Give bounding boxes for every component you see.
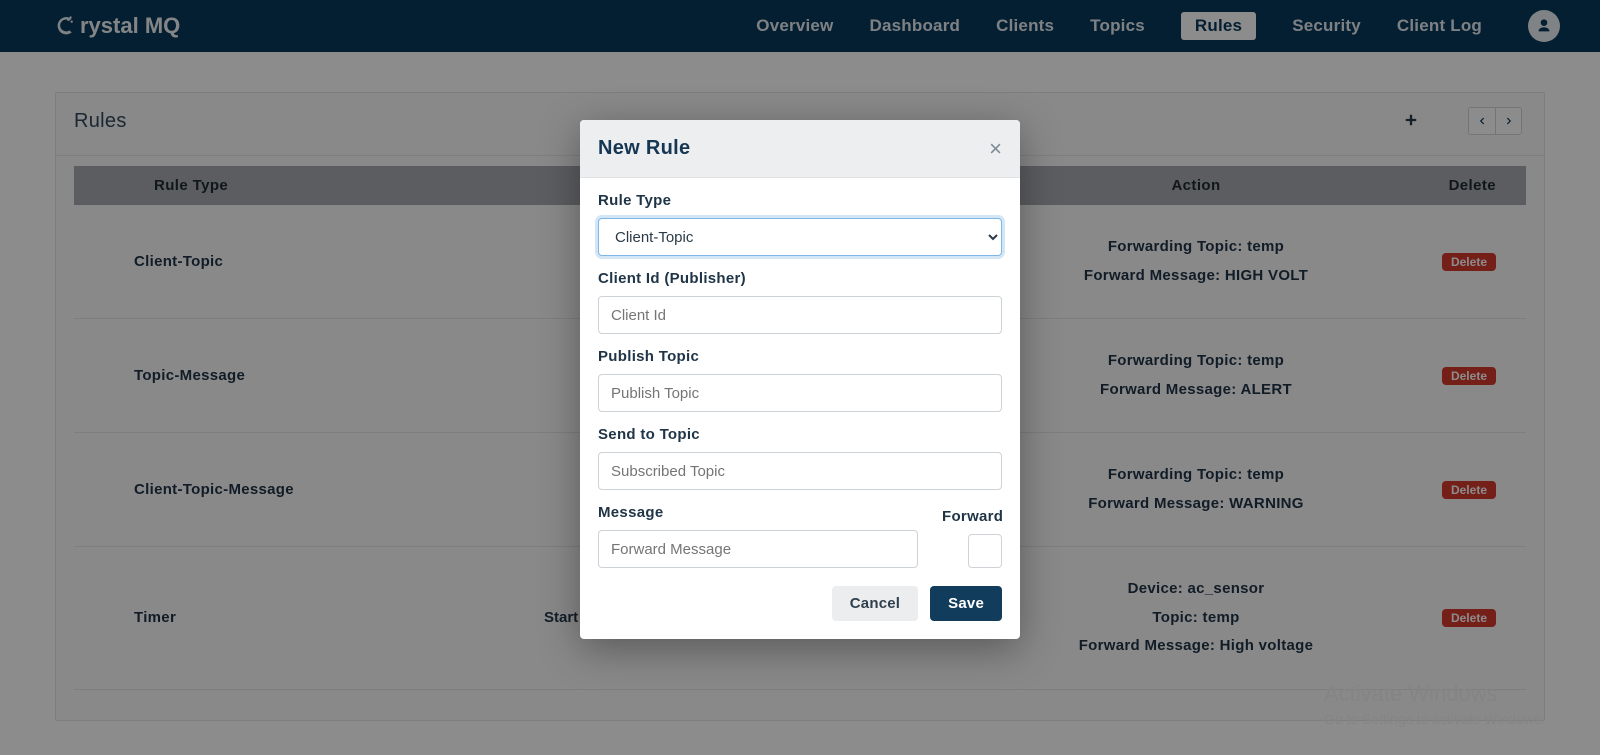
client-id-input[interactable] xyxy=(598,296,1002,334)
modal-close-button[interactable]: × xyxy=(989,138,1002,160)
modal-body: Rule Type Client-Topic Client Id (Publis… xyxy=(580,178,1020,639)
label-client-id: Client Id (Publisher) xyxy=(598,270,1002,287)
save-button[interactable]: Save xyxy=(930,586,1002,621)
modal-title: New Rule xyxy=(598,137,690,160)
modal-header: New Rule × xyxy=(580,120,1020,178)
label-send-to-topic: Send to Topic xyxy=(598,426,1002,443)
modal-overlay[interactable]: New Rule × Rule Type Client-Topic Client… xyxy=(0,0,1600,755)
label-forward: Forward xyxy=(942,508,1002,525)
new-rule-modal: New Rule × Rule Type Client-Topic Client… xyxy=(580,120,1020,639)
modal-actions: Cancel Save xyxy=(598,586,1002,621)
message-input[interactable] xyxy=(598,530,918,568)
cancel-button[interactable]: Cancel xyxy=(832,586,918,621)
label-publish-topic: Publish Topic xyxy=(598,348,1002,365)
label-message: Message xyxy=(598,504,918,521)
forward-checkbox[interactable] xyxy=(968,534,1002,568)
send-to-topic-input[interactable] xyxy=(598,452,1002,490)
rule-type-select[interactable]: Client-Topic xyxy=(598,218,1002,256)
publish-topic-input[interactable] xyxy=(598,374,1002,412)
close-icon: × xyxy=(989,136,1002,161)
label-rule-type: Rule Type xyxy=(598,192,1002,209)
